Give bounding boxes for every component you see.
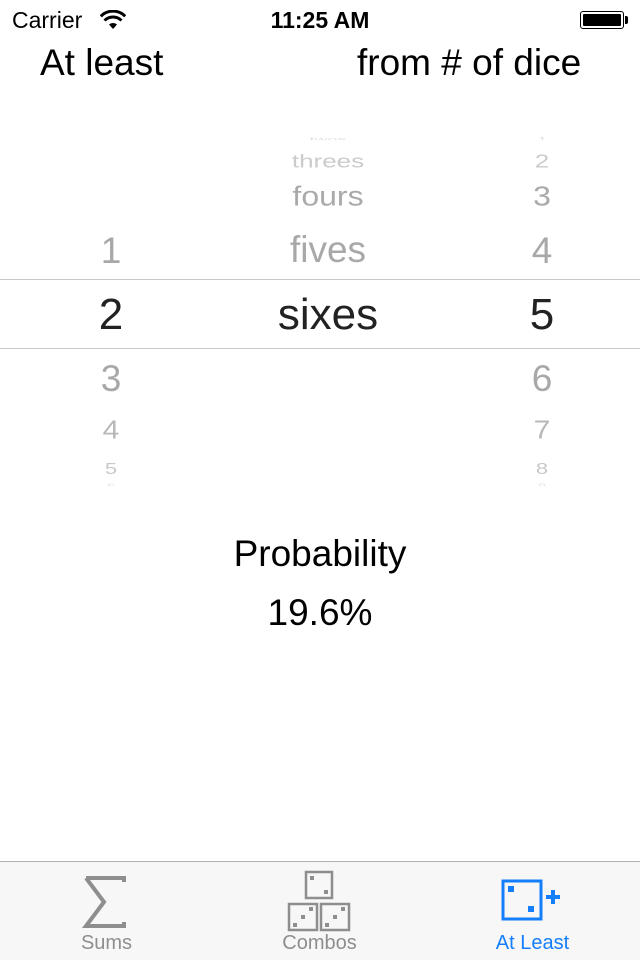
picker-option[interactable]: 1 (61, 230, 161, 272)
sigma-icon (82, 876, 126, 928)
picker-option[interactable]: 7 (492, 417, 592, 446)
status-bar: Carrier 11:25 AM (0, 0, 640, 40)
battery-tip (625, 16, 628, 24)
tab-label: Sums (80, 932, 133, 954)
picker-option[interactable]: twos (228, 136, 428, 140)
probability-value: 19.6% (267, 592, 373, 633)
battery-icon (580, 11, 624, 29)
picker-option[interactable]: 6 (492, 358, 592, 400)
tab-combos[interactable]: Combos (213, 862, 426, 961)
picker-option[interactable]: 8 (492, 460, 592, 478)
picker-selected-face[interactable]: sixes (228, 290, 428, 340)
tab-bar: Sums Combos At Least (0, 861, 640, 960)
picker-option[interactable]: 3 (61, 358, 161, 400)
picker-selected-count[interactable]: 2 (61, 290, 161, 340)
picker-option[interactable]: 4 (61, 417, 161, 446)
picker-option[interactable]: 1 (492, 136, 592, 140)
dice-column[interactable]: 1 2 3 4 5 6 7 8 9 (492, 130, 592, 490)
dice-picker[interactable]: 1 2 3 4 5 6 twos threes fours fives sixe… (0, 130, 640, 490)
picker-option[interactable]: fours (228, 180, 428, 213)
picker-option[interactable]: 4 (492, 230, 592, 272)
picker-option[interactable]: 9 (492, 482, 592, 485)
tab-sums[interactable]: Sums (0, 862, 213, 961)
clock: 11:25 AM (270, 7, 370, 33)
tab-label: At Least (495, 932, 570, 954)
face-column[interactable]: twos threes fours fives sixes (228, 130, 428, 490)
count-column[interactable]: 1 2 3 4 5 6 (61, 130, 161, 490)
picker-option[interactable]: 3 (492, 180, 592, 213)
die-plus-icon (501, 879, 560, 921)
from-dice-label: from # of dice (357, 42, 582, 83)
three-dice-icon (287, 870, 351, 932)
picker-option[interactable]: 2 (492, 151, 592, 173)
picker-selected-dice[interactable]: 5 (492, 290, 592, 340)
at-least-label: At least (40, 42, 164, 83)
picker-option[interactable]: threes (228, 151, 428, 173)
picker-option[interactable]: 6 (61, 482, 161, 485)
tab-label: Combos (282, 932, 357, 954)
probability-label: Probability (233, 533, 407, 574)
tab-at-least[interactable]: At Least (426, 862, 639, 961)
picker-option[interactable]: 5 (61, 460, 161, 478)
picker-option[interactable]: fives (228, 229, 428, 271)
